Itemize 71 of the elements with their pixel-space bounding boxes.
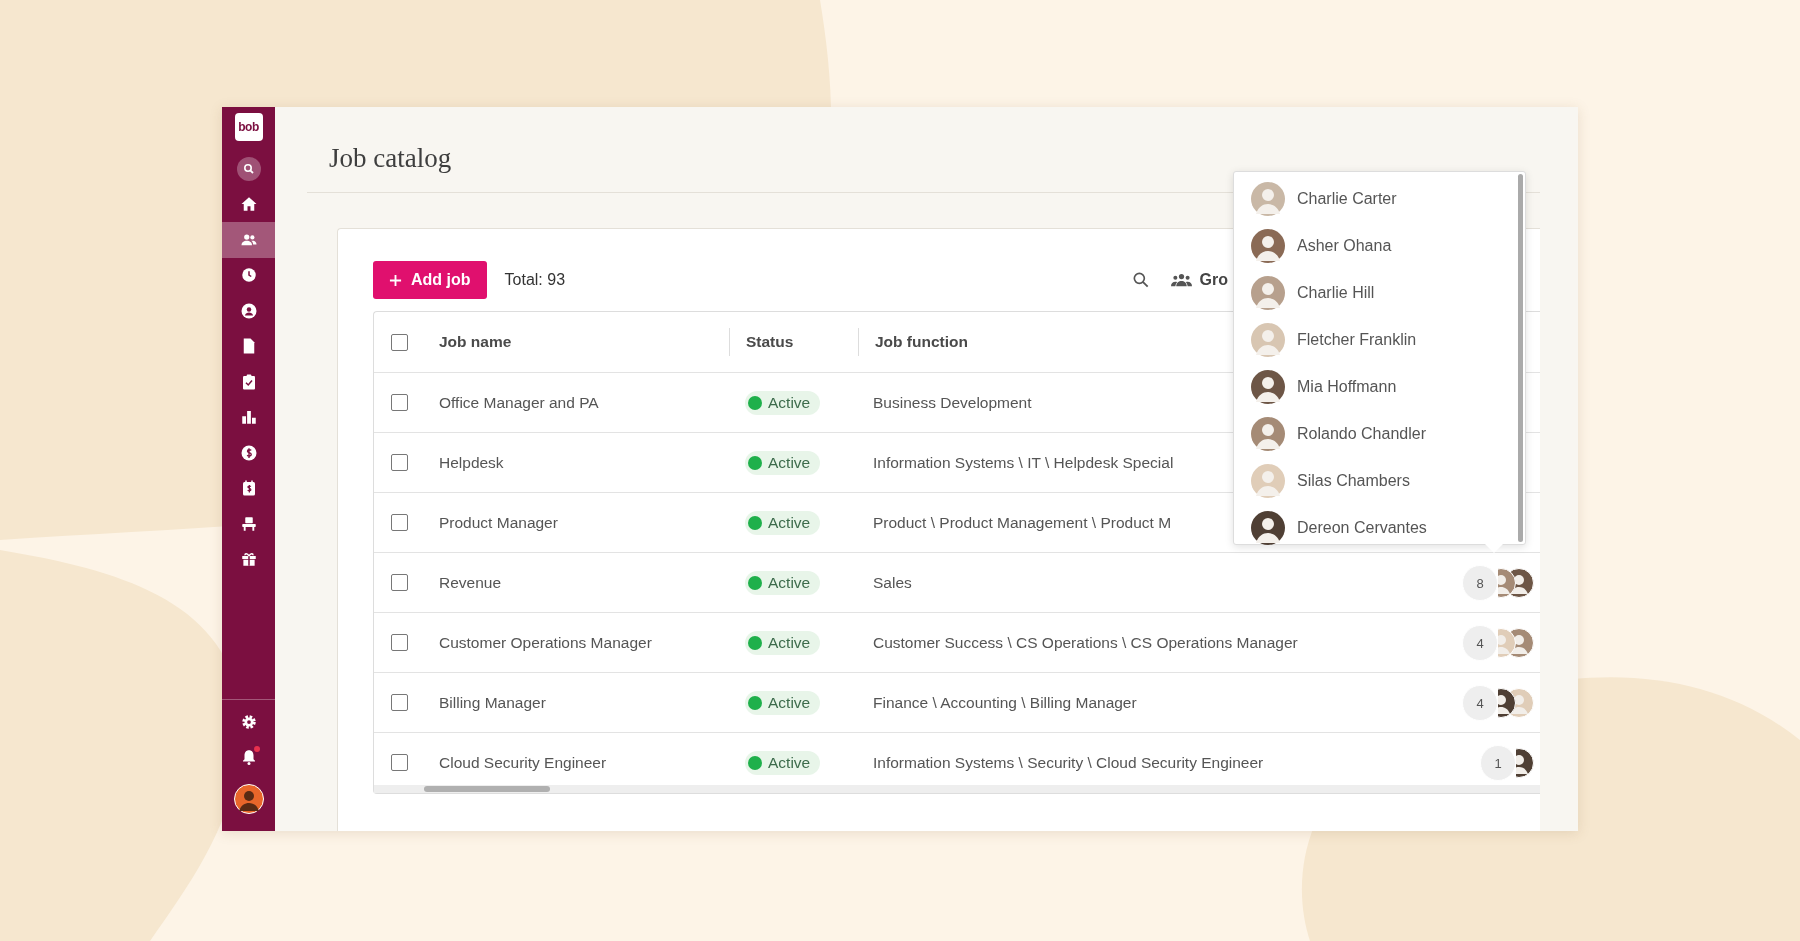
add-job-button[interactable]: Add job <box>373 261 487 299</box>
logo[interactable]: bob <box>234 113 263 141</box>
settings-icon[interactable] <box>239 712 258 731</box>
horizontal-scrollbar[interactable] <box>424 786 550 792</box>
table-cell: Product \ Product Management \ Product M <box>873 513 1172 531</box>
column-header[interactable]: Job function <box>875 333 968 351</box>
people-icon <box>1170 273 1192 287</box>
table-cell: Sales <box>873 573 912 591</box>
table-cell: Billing Manager <box>439 693 546 711</box>
table-cell: Product Manager <box>439 513 558 531</box>
row-checkbox[interactable] <box>390 454 408 471</box>
avatar-icon <box>1251 369 1285 404</box>
status-pill: Active <box>745 630 821 655</box>
plus-icon <box>389 273 402 287</box>
table-cell: Cloud Security Engineer <box>439 753 607 771</box>
avatar-icon <box>1251 416 1285 451</box>
clock-icon[interactable] <box>239 266 258 285</box>
row-checkbox[interactable] <box>390 394 408 411</box>
person-item[interactable]: Charlie Hill <box>1234 269 1496 316</box>
table-cell: Information Systems \ Security \ Cloud Security Engineer <box>873 753 1264 771</box>
people-count[interactable]: 8 <box>1462 565 1498 601</box>
select-all-checkbox[interactable] <box>390 333 408 351</box>
person-item[interactable]: Silas Chambers <box>1234 457 1496 504</box>
status-pill: Active <box>745 570 821 595</box>
user-avatar[interactable] <box>233 784 264 814</box>
table-cell: Customer Operations Manager <box>439 633 652 651</box>
row-checkbox[interactable] <box>390 634 408 651</box>
avatar-icon <box>1251 463 1285 498</box>
avatar-icon <box>1251 181 1285 216</box>
avatar-icon <box>1251 275 1285 310</box>
column-header[interactable]: Job name <box>439 333 512 350</box>
status-pill: Active <box>745 690 821 715</box>
person-item[interactable]: Asher Ohana <box>1234 222 1496 269</box>
page-title: Job catalog <box>329 142 452 174</box>
status-pill: Active <box>745 750 821 775</box>
table-cell: Office Manager and PA <box>439 393 599 411</box>
search-icon[interactable] <box>236 156 261 181</box>
row-checkbox[interactable] <box>390 574 408 591</box>
dollar-coin-icon[interactable] <box>239 443 258 462</box>
row-checkbox[interactable] <box>390 694 408 711</box>
people-count[interactable]: 4 <box>1462 625 1498 661</box>
people-count[interactable]: 4 <box>1462 685 1498 721</box>
column-header[interactable]: Status <box>746 333 794 351</box>
profile-icon[interactable] <box>239 301 258 320</box>
group-button[interactable]: Gro <box>1170 271 1228 289</box>
status-pill: Active <box>745 390 821 415</box>
table-cell: Helpdesk <box>439 453 504 471</box>
chair-icon[interactable] <box>239 514 258 533</box>
home-icon[interactable] <box>239 195 258 214</box>
person-item[interactable]: Mia Hoffmann <box>1234 363 1496 410</box>
table-cell: Finance \ Accounting \ Billing Manager <box>873 693 1137 711</box>
person-item[interactable]: Dereon Cervantes <box>1234 504 1496 551</box>
person-item[interactable]: Charlie Carter <box>1234 175 1496 222</box>
bar-chart-icon[interactable] <box>239 408 258 427</box>
people-count[interactable]: 1 <box>1480 745 1516 781</box>
table-cell: Revenue <box>439 573 502 591</box>
person-item[interactable]: Fletcher Franklin <box>1234 316 1496 363</box>
avatar-icon <box>1251 228 1285 263</box>
table-cell: Business Development <box>873 393 1032 411</box>
row-checkbox[interactable] <box>390 514 408 531</box>
row-checkbox[interactable] <box>390 754 408 771</box>
avatar-icon <box>1251 510 1285 545</box>
status-pill: Active <box>745 450 821 475</box>
gift-icon[interactable] <box>239 550 258 569</box>
avatar-icon <box>1251 322 1285 357</box>
person-item[interactable]: Rolando Chandler <box>1234 410 1496 457</box>
status-pill: Active <box>745 510 821 535</box>
table-cell: Customer Success \ CS Operations \ CS Operations Manager <box>873 633 1298 651</box>
table-cell: Information Systems \ IT \ Helpdesk Special <box>873 453 1174 471</box>
total-count: Total: 93 <box>504 271 566 289</box>
sidebar-item[interactable] <box>222 222 275 258</box>
